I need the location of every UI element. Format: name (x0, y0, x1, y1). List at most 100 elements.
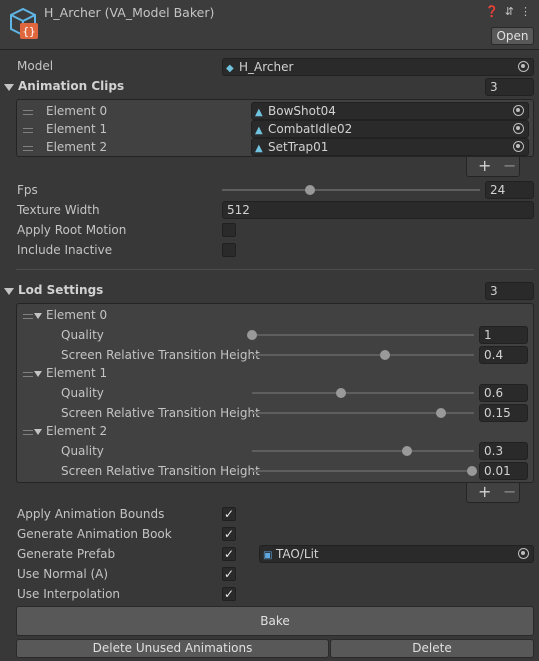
apply-root-motion-label: Apply Root Motion (17, 223, 127, 237)
screen-height-field[interactable]: 0.4 (479, 346, 528, 364)
apply-animation-bounds-label: Apply Animation Bounds (17, 507, 165, 521)
quality-field[interactable]: 0.3 (479, 442, 528, 460)
list-item-label: Element 1 (46, 122, 108, 136)
lod-element-label[interactable]: Element 2 (46, 424, 107, 438)
screen-height-slider-track[interactable] (252, 354, 474, 356)
animation-clip-icon: ▲ (255, 125, 263, 136)
use-interpolation-checkbox[interactable]: ✓ (222, 587, 236, 601)
texture-width-field[interactable]: 512 (222, 201, 534, 219)
include-inactive-label: Include Inactive (17, 243, 113, 257)
delete-unused-animations-button[interactable]: Delete Unused Animations (16, 639, 329, 658)
object-picker-icon[interactable] (518, 548, 529, 559)
fps-slider-track[interactable] (222, 189, 480, 191)
clip-field-1[interactable]: ▲ CombatIdle02 (251, 120, 529, 138)
drag-handle[interactable] (23, 146, 33, 151)
inspector-title: H_Archer (VA_Model Baker) (44, 5, 215, 20)
divider (16, 269, 534, 270)
drag-handle[interactable] (23, 314, 33, 319)
drag-handle[interactable] (23, 430, 33, 435)
screen-height-slider-thumb[interactable] (466, 466, 477, 476)
quality-slider-track[interactable] (252, 334, 474, 336)
clip-field-2[interactable]: ▲ SetTrap01 (251, 138, 529, 156)
more-icon[interactable]: ⋮ (520, 5, 531, 18)
remove-element-button[interactable]: − (503, 157, 516, 175)
quality-slider-thumb[interactable] (335, 388, 346, 398)
quality-label: Quality (61, 444, 104, 458)
apply-animation-bounds-checkbox[interactable]: ✓ (222, 507, 236, 521)
fps-field[interactable]: 24 (485, 181, 534, 199)
screen-height-field[interactable]: 0.15 (479, 404, 528, 422)
shader-icon: ▣ (263, 550, 273, 561)
generate-animation-book-checkbox[interactable]: ✓ (222, 527, 236, 541)
screen-height-slider-track[interactable] (252, 470, 474, 472)
bake-button[interactable]: Bake (16, 606, 534, 636)
object-picker-icon[interactable] (518, 61, 529, 72)
clip-field-0[interactable]: ▲ BowShot04 (251, 102, 529, 120)
apply-root-motion-checkbox[interactable] (222, 223, 236, 237)
drag-handle[interactable] (23, 128, 33, 133)
delete-button[interactable]: Delete (330, 639, 534, 658)
use-normal-label: Use Normal (A) (17, 567, 109, 581)
settings-sliders-icon[interactable]: ⇵ (505, 5, 514, 18)
animation-clips-size[interactable]: 3 (485, 78, 534, 96)
lod-settings-toolbar: + − (466, 483, 520, 503)
quality-slider-track[interactable] (252, 450, 474, 452)
generate-animation-book-label: Generate Animation Book (17, 527, 172, 541)
lod-element-label[interactable]: Element 0 (46, 308, 107, 322)
animation-clips-label[interactable]: Animation Clips (18, 79, 124, 93)
animation-clip-icon: ▲ (255, 143, 263, 154)
script-asset-icon: {} (10, 7, 38, 39)
generate-prefab-checkbox[interactable]: ✓ (222, 547, 236, 561)
fps-slider-thumb[interactable] (305, 185, 316, 195)
element-foldout-arrow[interactable] (34, 429, 42, 435)
quality-label: Quality (61, 386, 104, 400)
object-picker-icon[interactable] (513, 105, 524, 116)
lod-settings-list: Element 0 Quality 1 Screen Relative Tran… (16, 303, 534, 483)
remove-element-button[interactable]: − (503, 483, 516, 501)
element-foldout-arrow[interactable] (34, 313, 42, 319)
quality-field[interactable]: 0.6 (479, 384, 528, 402)
drag-handle[interactable] (23, 110, 33, 115)
add-element-button[interactable]: + (478, 483, 491, 501)
use-interpolation-label: Use Interpolation (17, 587, 121, 601)
lod-settings-foldout-arrow[interactable] (4, 288, 14, 295)
texture-width-label: Texture Width (17, 203, 100, 217)
animation-clip-icon: ▲ (255, 107, 263, 118)
list-item-label: Element 2 (46, 140, 108, 154)
screen-height-slider-thumb[interactable] (435, 408, 446, 418)
list-item-label: Element 0 (46, 104, 108, 118)
lod-settings-size[interactable]: 3 (485, 282, 534, 300)
screen-height-label: Screen Relative Transition Height (61, 348, 260, 362)
open-button[interactable]: Open (491, 27, 534, 45)
screen-height-field[interactable]: 0.01 (479, 462, 528, 480)
prefab-material-field[interactable]: ▣ TAO/Lit (259, 545, 534, 563)
lod-settings-label[interactable]: Lod Settings (18, 283, 103, 297)
object-picker-icon[interactable] (513, 123, 524, 134)
model-field[interactable]: ◆ H_Archer (222, 58, 534, 76)
fps-label: Fps (17, 183, 38, 197)
screen-height-label: Screen Relative Transition Height (61, 464, 260, 478)
quality-slider-thumb[interactable] (402, 446, 413, 456)
animation-clips-foldout-arrow[interactable] (4, 84, 14, 91)
object-picker-icon[interactable] (513, 141, 524, 152)
add-element-button[interactable]: + (478, 157, 491, 175)
screen-height-label: Screen Relative Transition Height (61, 406, 260, 420)
help-icon[interactable]: ❓ (485, 5, 499, 18)
svg-text:{}: {} (22, 25, 35, 38)
animation-clips-list: Element 0 ▲ BowShot04 Element 1 ▲ Combat… (16, 99, 534, 157)
lod-element-label[interactable]: Element 1 (46, 366, 107, 380)
quality-field[interactable]: 1 (479, 326, 528, 344)
generate-prefab-label: Generate Prefab (17, 547, 116, 561)
use-normal-checkbox[interactable]: ✓ (222, 567, 236, 581)
quality-slider-track[interactable] (252, 392, 474, 394)
drag-handle[interactable] (23, 372, 33, 377)
model-value: H_Archer (239, 60, 294, 74)
screen-height-slider-thumb[interactable] (380, 350, 391, 360)
quality-slider-thumb[interactable] (247, 330, 257, 340)
quality-label: Quality (61, 328, 104, 342)
prefab-cube-icon: ◆ (226, 63, 234, 74)
include-inactive-checkbox[interactable] (222, 243, 236, 257)
model-label: Model (17, 59, 54, 73)
element-foldout-arrow[interactable] (34, 371, 42, 377)
inspector-header: {} H_Archer (VA_Model Baker) ❓ ⇵ ⋮ Open (0, 0, 539, 50)
